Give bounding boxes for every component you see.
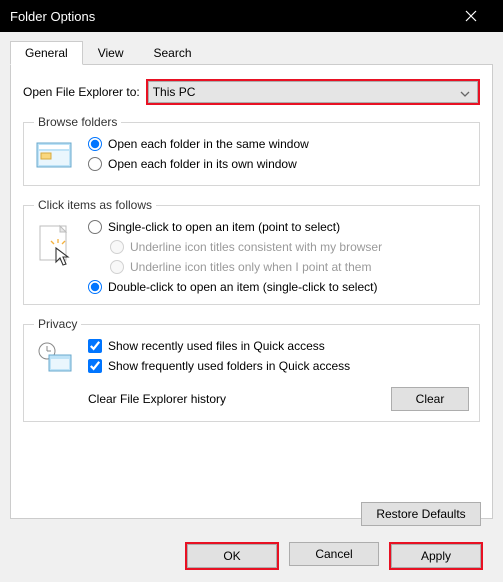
single-click-label: Single-click to open an item (point to s… bbox=[108, 220, 340, 234]
apply-button[interactable]: Apply bbox=[391, 544, 481, 568]
open-own-window-radio[interactable] bbox=[88, 157, 102, 171]
tab-strip: General View Search bbox=[10, 40, 493, 65]
open-own-window-label: Open each folder in its own window bbox=[108, 157, 297, 171]
underline-browser-radio bbox=[110, 240, 124, 254]
browse-folders-legend: Browse folders bbox=[34, 115, 121, 129]
privacy-icon bbox=[34, 339, 78, 377]
click-items-group: Click items as follows Single-click to o… bbox=[23, 198, 480, 305]
dialog-body: General View Search Open File Explorer t… bbox=[0, 32, 503, 582]
click-items-legend: Click items as follows bbox=[34, 198, 156, 212]
close-button[interactable] bbox=[449, 0, 493, 32]
ok-button[interactable]: OK bbox=[187, 544, 277, 568]
title-bar: Folder Options bbox=[0, 0, 503, 32]
tab-panel-general: Open File Explorer to: This PC Browse fo… bbox=[10, 65, 493, 519]
restore-defaults-button[interactable]: Restore Defaults bbox=[361, 502, 481, 526]
underline-browser-label: Underline icon titles consistent with my… bbox=[130, 240, 382, 254]
cancel-button[interactable]: Cancel bbox=[289, 542, 379, 566]
click-items-icon bbox=[34, 220, 78, 258]
single-click-radio[interactable] bbox=[88, 220, 102, 234]
open-to-select[interactable]: This PC bbox=[148, 81, 478, 103]
frequent-folders-checkbox[interactable] bbox=[88, 359, 102, 373]
privacy-group: Privacy Show recently used files in Quic… bbox=[23, 317, 480, 422]
recent-files-option[interactable]: Show recently used files in Quick access bbox=[88, 339, 469, 353]
clear-button[interactable]: Clear bbox=[391, 387, 469, 411]
apply-highlight: Apply bbox=[389, 542, 483, 570]
clear-history-label: Clear File Explorer history bbox=[88, 392, 391, 406]
dialog-buttons: OK Cancel Apply bbox=[185, 542, 483, 570]
browse-folders-group: Browse folders Open each folder in the s… bbox=[23, 115, 480, 186]
tab-view[interactable]: View bbox=[83, 41, 139, 65]
underline-point-radio bbox=[110, 260, 124, 274]
tab-general[interactable]: General bbox=[10, 41, 83, 65]
close-icon bbox=[465, 10, 477, 22]
frequent-folders-option[interactable]: Show frequently used folders in Quick ac… bbox=[88, 359, 469, 373]
window-title: Folder Options bbox=[10, 9, 449, 24]
privacy-legend: Privacy bbox=[34, 317, 81, 331]
open-same-window-label: Open each folder in the same window bbox=[108, 137, 309, 151]
open-to-label: Open File Explorer to: bbox=[23, 85, 140, 99]
open-own-window-option[interactable]: Open each folder in its own window bbox=[88, 157, 469, 171]
frequent-folders-label: Show frequently used folders in Quick ac… bbox=[108, 359, 350, 373]
double-click-label: Double-click to open an item (single-cli… bbox=[108, 280, 377, 294]
double-click-radio[interactable] bbox=[88, 280, 102, 294]
ok-highlight: OK bbox=[185, 542, 279, 570]
underline-point-option: Underline icon titles only when I point … bbox=[110, 260, 469, 274]
open-same-window-option[interactable]: Open each folder in the same window bbox=[88, 137, 469, 151]
open-to-highlight: This PC bbox=[146, 79, 480, 105]
recent-files-label: Show recently used files in Quick access bbox=[108, 339, 325, 353]
browse-folders-icon bbox=[34, 137, 78, 175]
tab-search[interactable]: Search bbox=[139, 41, 207, 65]
underline-browser-option: Underline icon titles consistent with my… bbox=[110, 240, 469, 254]
single-click-option[interactable]: Single-click to open an item (point to s… bbox=[88, 220, 469, 234]
underline-point-label: Underline icon titles only when I point … bbox=[130, 260, 371, 274]
double-click-option[interactable]: Double-click to open an item (single-cli… bbox=[88, 280, 469, 294]
recent-files-checkbox[interactable] bbox=[88, 339, 102, 353]
open-same-window-radio[interactable] bbox=[88, 137, 102, 151]
